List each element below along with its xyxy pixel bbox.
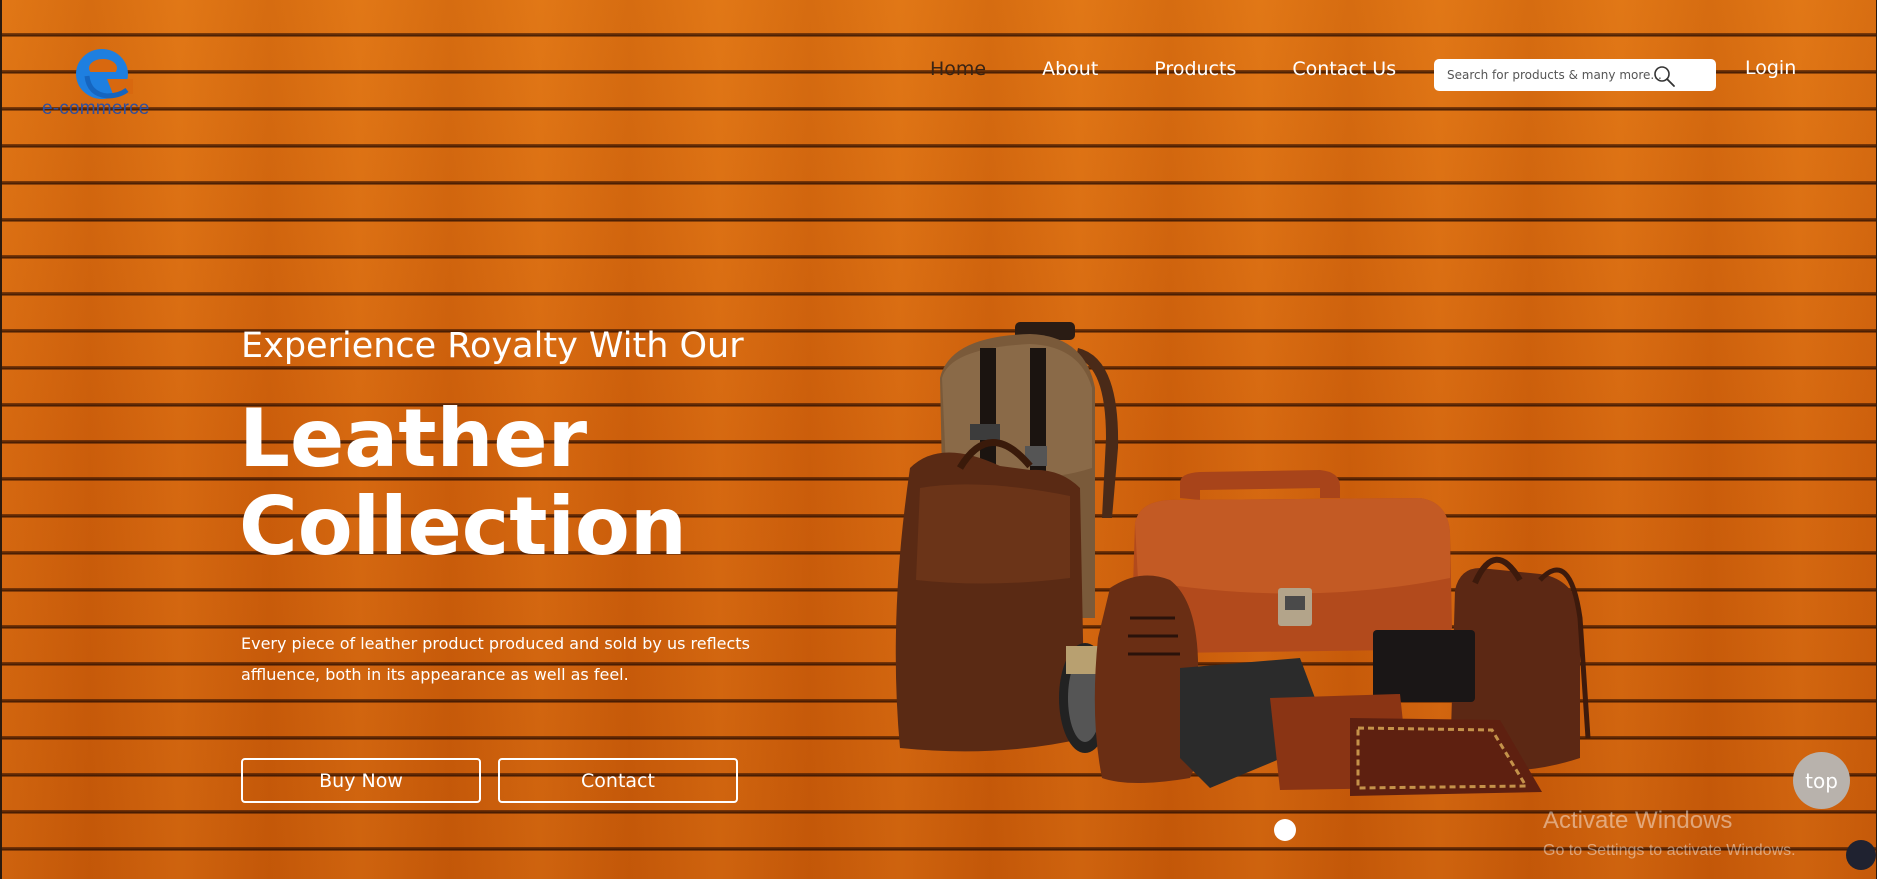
back-to-top-button[interactable]: top (1793, 752, 1850, 809)
hero-subtitle: Experience Royalty With Our (241, 326, 744, 366)
nav-products[interactable]: Products (1154, 58, 1236, 80)
main-nav: Home About Products Contact Us (930, 57, 1396, 81)
watermark-subtitle: Go to Settings to activate Windows. (1543, 842, 1796, 859)
windows-activation-watermark: Activate Windows Go to Settings to activ… (1543, 808, 1796, 868)
nav-about[interactable]: About (1042, 58, 1098, 80)
search-box (1434, 59, 1716, 91)
assistant-launcher-icon[interactable] (1846, 840, 1876, 870)
hero-title: Leather Collection (239, 395, 687, 571)
leather-products-image (895, 322, 1591, 796)
hero-description: Every piece of leather product produced … (241, 634, 750, 684)
brand-logo[interactable]: e-commerce (40, 46, 170, 122)
tote-bag-illustration (895, 439, 1085, 752)
buy-now-button[interactable]: Buy Now (241, 758, 481, 803)
nav-home[interactable]: Home (930, 58, 986, 80)
carousel-dot-active[interactable] (1274, 819, 1296, 841)
brand-name: e-commerce (42, 98, 150, 119)
search-icon[interactable] (1652, 64, 1676, 88)
logo-e-icon (76, 49, 133, 99)
search-input[interactable] (1447, 68, 1662, 82)
login-link[interactable]: Login (1745, 57, 1796, 79)
hero-title-line2: Collection (239, 480, 687, 573)
contact-button[interactable]: Contact (498, 758, 738, 803)
wallet-illustration (1373, 630, 1475, 702)
nav-contact-us[interactable]: Contact Us (1292, 58, 1396, 80)
hero-title-line1: Leather (239, 392, 588, 485)
watermark-title: Activate Windows (1543, 807, 1733, 834)
